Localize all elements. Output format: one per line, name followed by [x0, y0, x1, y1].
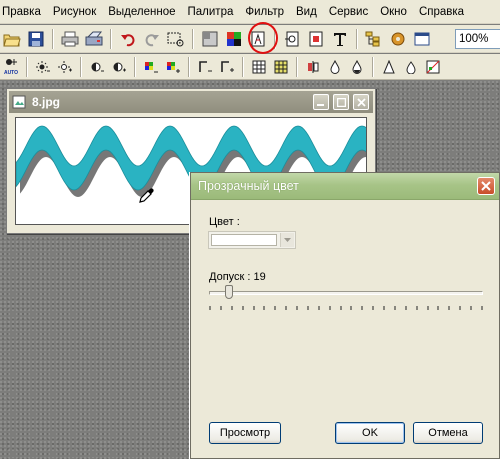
- color-label: Цвет :: [209, 216, 240, 228]
- document-title: 8.jpg: [32, 95, 61, 109]
- close-button[interactable]: [353, 94, 369, 110]
- dialog-titlebar[interactable]: Прозрачный цвет: [191, 173, 499, 200]
- menu-filter[interactable]: Фильтр: [239, 0, 290, 24]
- color-swatches-icon[interactable]: [423, 57, 443, 77]
- menu-help[interactable]: Справка: [413, 0, 470, 24]
- toolbar-separator: [52, 28, 54, 49]
- transparent-color-dialog: Прозрачный цвет Цвет : Допуск : 19 Просм…: [190, 172, 500, 459]
- tolerance-slider-track[interactable]: [209, 291, 483, 295]
- toolbar-separator: [372, 56, 374, 77]
- cancel-button[interactable]: Отмена: [413, 422, 483, 444]
- window-view-icon[interactable]: [411, 28, 433, 50]
- toolbar-separator: [80, 56, 82, 77]
- tolerance-label: Допуск : 19: [209, 271, 266, 283]
- contrast-up-icon[interactable]: [109, 57, 129, 77]
- toolbar-separator: [192, 28, 194, 49]
- saturation-up-icon[interactable]: [163, 57, 183, 77]
- menu-image[interactable]: Рисунок: [47, 0, 102, 24]
- dialog-close-button[interactable]: [477, 177, 495, 195]
- eyedropper-icon: [139, 188, 154, 203]
- menu-selection[interactable]: Выделенное: [102, 0, 181, 24]
- menu-bar: Правка Рисунок Выделенное Палитра Фильтр…: [0, 0, 500, 24]
- auto-label: AUTO: [3, 70, 19, 76]
- maximize-icon: [336, 97, 346, 107]
- export-transparent-icon[interactable]: [281, 28, 303, 50]
- toolbar-separator: [188, 56, 190, 77]
- menu-tools[interactable]: Сервис: [323, 0, 374, 24]
- zoom-level-input[interactable]: 100%: [455, 29, 500, 49]
- export-image-icon[interactable]: [305, 28, 327, 50]
- open-folder-icon[interactable]: [1, 28, 23, 50]
- toolbar-separator: [134, 56, 136, 77]
- brightness-down-icon[interactable]: [33, 57, 53, 77]
- drop-filled-icon[interactable]: [347, 57, 367, 77]
- close-icon: [481, 181, 491, 191]
- maximize-button[interactable]: [333, 94, 349, 110]
- dialog-title: Прозрачный цвет: [198, 179, 299, 193]
- color-swatch: [211, 234, 277, 246]
- tolerance-slider-thumb[interactable]: [225, 285, 234, 299]
- document-icon: [12, 95, 26, 109]
- undo-icon[interactable]: [117, 28, 139, 50]
- color-palette-icon[interactable]: [223, 28, 245, 50]
- menu-palette[interactable]: Палитра: [182, 0, 240, 24]
- gamma-up-icon[interactable]: [217, 57, 237, 77]
- minimize-icon: [317, 104, 324, 106]
- toolbar-separator: [274, 28, 276, 49]
- toolbar-separator: [242, 56, 244, 77]
- grayscale-icon[interactable]: [199, 28, 221, 50]
- select-region-icon[interactable]: [165, 28, 187, 50]
- gamma-down-icon[interactable]: [195, 57, 215, 77]
- preview-button[interactable]: Просмотр: [209, 422, 281, 444]
- color-picker-select[interactable]: [208, 231, 296, 249]
- contrast-down-icon[interactable]: [87, 57, 107, 77]
- toolbar-separator: [26, 56, 28, 77]
- main-toolbar: [0, 25, 500, 53]
- tolerance-slider-ticks: [209, 306, 483, 310]
- ok-button[interactable]: OK: [335, 422, 405, 444]
- blur-icon[interactable]: [401, 57, 421, 77]
- tree-structure-icon[interactable]: [363, 28, 385, 50]
- mosaic-icon[interactable]: [271, 57, 291, 77]
- menu-view[interactable]: Вид: [290, 0, 323, 24]
- menu-window[interactable]: Окно: [374, 0, 413, 24]
- color-dropdown-button[interactable]: [280, 233, 294, 247]
- saturation-down-icon[interactable]: [141, 57, 161, 77]
- chevron-down-icon: [284, 238, 291, 242]
- menu-edit[interactable]: Правка: [0, 0, 47, 24]
- sharpen-icon[interactable]: [379, 57, 399, 77]
- auto-adjust-icon[interactable]: AUTO: [1, 57, 21, 77]
- adjust-toolbar: AUTO: [0, 54, 500, 80]
- toolbar-separator: [356, 28, 358, 49]
- close-icon: [356, 97, 366, 107]
- redo-icon[interactable]: [141, 28, 163, 50]
- grid-icon[interactable]: [249, 57, 269, 77]
- scan-icon[interactable]: [83, 28, 105, 50]
- text-tool-icon[interactable]: [329, 28, 351, 50]
- brightness-up-icon[interactable]: [55, 57, 75, 77]
- settings-gear-icon[interactable]: [387, 28, 409, 50]
- document-titlebar[interactable]: 8.jpg: [9, 91, 373, 113]
- transparent-color-icon[interactable]: [247, 28, 269, 50]
- drop-icon[interactable]: [325, 57, 345, 77]
- toolbar-separator: [296, 56, 298, 77]
- save-icon[interactable]: [25, 28, 47, 50]
- minimize-button[interactable]: [313, 94, 329, 110]
- print-icon[interactable]: [59, 28, 81, 50]
- mirror-icon[interactable]: [303, 57, 323, 77]
- toolbar-separator: [110, 28, 112, 49]
